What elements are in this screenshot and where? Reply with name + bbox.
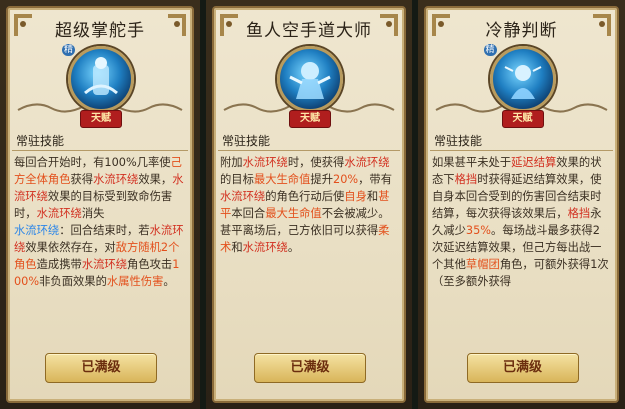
highlight-text: 水流环绕: [14, 224, 60, 237]
rank-tag: 精: [483, 44, 497, 56]
rank-tag: 精: [62, 44, 76, 56]
description-text: 时，使获得: [287, 156, 345, 169]
description-text: 效果，: [138, 173, 173, 186]
highlight-text: 草帽团: [465, 258, 500, 271]
description-text: ，带有: [358, 173, 393, 186]
section-label: 常驻技能: [16, 134, 65, 148]
highlight-text: 延迟结算: [511, 156, 557, 169]
description-text: ：回合结束时，若: [59, 224, 150, 237]
talent-emblem[interactable]: 精: [62, 44, 134, 112]
highlight-text: 水流环绕: [344, 156, 390, 169]
highlight-text: 最大生命值: [253, 173, 311, 186]
skill-description: 每回合开始时，有100%几率使己方全体角色获得水流环绕效果，水流环绕效果的目标受…: [14, 154, 186, 344]
talent-badge: 天赋: [289, 110, 331, 128]
max-level-button[interactable]: 已满级: [466, 353, 579, 383]
description-text: 的目标: [220, 173, 254, 186]
card-panel: 超级掌舵手 精 天赋 常驻技能 每回合开始时，有100%几率使己方全体角色获得水…: [6, 6, 194, 403]
card-panel: 鱼人空手道大师 天赋 常驻技能 附加水流环绕时，使获得水流环绕的目标最大生命值提…: [212, 6, 406, 403]
section-label: 常驻技能: [222, 134, 271, 148]
talent-badge: 天赋: [80, 110, 122, 128]
talent-card-1: 超级掌舵手 精 天赋 常驻技能 每回合开始时，有100%几率使己方全体角色获得水…: [0, 0, 200, 409]
description-text: 如果甚平未处于: [432, 156, 512, 169]
highlight-text: 水流环绕: [93, 173, 139, 186]
highlight-text: 水流环绕: [242, 241, 288, 254]
card-title: 冷静判断: [485, 21, 558, 41]
card-panel: 冷静判断 精 天赋 常驻技能 如果甚平未处于延迟结算效果的状态下格挡时获得延迟结…: [424, 6, 619, 403]
fishman-karate-icon: [277, 46, 343, 112]
calm-judgement-icon: [489, 46, 556, 112]
section-label: 常驻技能: [434, 134, 483, 148]
description-text: 本回合: [231, 207, 266, 220]
talent-card-3: 冷静判断 精 天赋 常驻技能 如果甚平未处于延迟结算效果的状态下格挡时获得延迟结…: [418, 0, 625, 409]
ship-wheel-icon: [68, 46, 134, 112]
description-text: 获得: [70, 173, 94, 186]
description-text: 提升: [310, 173, 334, 186]
highlight-text: 20%: [333, 173, 359, 186]
highlight-text: 水流环绕: [81, 258, 128, 271]
highlight-text: 35%: [465, 224, 492, 237]
divider: [12, 150, 188, 151]
max-level-button[interactable]: 已满级: [254, 353, 366, 383]
max-level-button[interactable]: 已满级: [45, 353, 157, 383]
talent-emblem[interactable]: 精: [483, 44, 556, 112]
divider: [218, 150, 400, 151]
highlight-text: 格挡: [454, 173, 478, 186]
description-text: 造成携带: [36, 258, 82, 271]
card-title: 鱼人空手道大师: [246, 21, 372, 41]
description-text: 。: [287, 241, 300, 254]
card-title: 超级掌舵手: [55, 21, 145, 41]
highlight-text: 水流环绕: [36, 207, 82, 220]
skill-description: 如果甚平未处于延迟结算效果的状态下格挡时获得延迟结算效果，使自身本回合受到的伤害…: [432, 154, 611, 344]
description-text: 消失: [81, 207, 105, 220]
highlight-text: 自身: [344, 190, 367, 203]
highlight-text: 格挡: [567, 207, 591, 220]
description-text: 非负面效果的: [39, 275, 107, 288]
highlight-text: 水流环绕: [242, 156, 288, 169]
description-text: 效果依然存在，对: [25, 241, 116, 254]
talent-badge: 天赋: [501, 110, 544, 128]
description-text: 和: [231, 241, 243, 254]
description-text: 。: [163, 275, 175, 288]
description-text: 角色攻击: [127, 258, 173, 271]
description-text: 每回合开始时，有100%几率使: [14, 156, 171, 169]
description-text: 的角色行动后使: [265, 190, 345, 203]
highlight-text: 水流环绕: [220, 190, 266, 203]
description-text: 附加: [220, 156, 243, 169]
description-text: 和: [366, 190, 379, 203]
highlight-text: 水属性伤害: [106, 275, 164, 288]
skill-description: 附加水流环绕时，使获得水流环绕的目标最大生命值提升20%，带有水流环绕的角色行动…: [220, 154, 398, 344]
divider: [430, 150, 613, 151]
talent-emblem[interactable]: [277, 46, 343, 112]
talent-card-2: 鱼人空手道大师 天赋 常驻技能 附加水流环绕时，使获得水流环绕的目标最大生命值提…: [206, 0, 412, 409]
highlight-text: 最大生命值: [265, 207, 322, 220]
